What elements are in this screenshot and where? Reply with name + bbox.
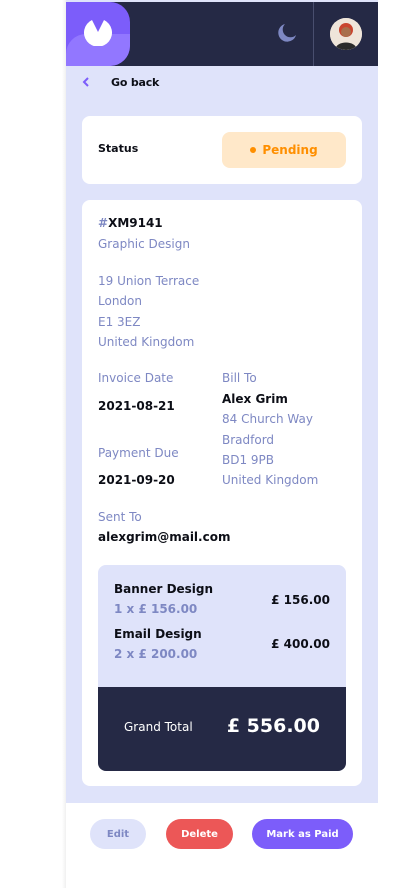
client-address-line: Bradford (222, 433, 275, 447)
item-name: Banner Design (114, 582, 214, 596)
payment-due-date: 2021-09-20 (98, 473, 175, 487)
app-logo[interactable] (66, 2, 130, 66)
client-address-line: 84 Church Way (222, 412, 313, 426)
delete-button[interactable]: Delete (166, 819, 233, 849)
payment-due-label: Payment Due (98, 446, 179, 460)
sender-address-line: E1 3EZ (98, 315, 141, 329)
status-label: Status (98, 142, 139, 155)
edit-button[interactable]: Edit (90, 819, 146, 849)
app-logo-icon (84, 20, 112, 46)
invoice-id: #XM9141 (98, 216, 163, 230)
app-container: Go back Status Pending #XM9141 Graphic D… (66, 0, 378, 865)
client-email: alexgrim@mail.com (98, 530, 231, 544)
grand-total-value: £ 556.00 (226, 715, 320, 737)
items-list: Banner Design 1 x £ 156.00 £ 156.00 Emai… (98, 565, 346, 687)
chevron-left-icon (82, 77, 89, 87)
action-footer: Edit Delete Mark as Paid (66, 803, 378, 865)
invoice-date-label: Invoice Date (98, 371, 174, 385)
invoice-date: 2021-08-21 (98, 399, 175, 413)
mark-as-paid-button[interactable]: Mark as Paid (252, 819, 353, 849)
status-value: Pending (262, 143, 318, 157)
sender-address-line: London (98, 294, 142, 308)
go-back-link[interactable]: Go back (82, 72, 159, 92)
client-address-line: United Kingdom (222, 473, 319, 487)
client-name: Alex Grim (222, 392, 288, 406)
invoice-detail-card: #XM9141 Graphic Design 19 Union Terrace … (82, 200, 362, 786)
item-total: £ 400.00 (271, 637, 330, 651)
header-divider (313, 2, 314, 66)
item-total: £ 156.00 (271, 593, 330, 607)
items-summary: Banner Design 1 x £ 156.00 £ 156.00 Emai… (98, 565, 346, 771)
invoice-description: Graphic Design (98, 237, 190, 251)
moon-icon[interactable] (277, 23, 297, 43)
item-name: Email Design (114, 627, 202, 641)
status-card: Status Pending (82, 116, 362, 184)
grand-total-bar: Grand Total £ 556.00 (98, 687, 346, 771)
top-bar (66, 2, 378, 66)
bill-to-label: Bill To (222, 371, 257, 385)
status-badge: Pending (222, 132, 346, 168)
sender-address-line: 19 Union Terrace (98, 274, 200, 288)
go-back-label: Go back (111, 75, 160, 89)
sender-address-line: United Kingdom (98, 335, 195, 349)
item-qty-price: 2 x £ 200.00 (114, 647, 198, 661)
grand-total-label: Grand Total (124, 720, 193, 734)
sent-to-label: Sent To (98, 510, 142, 524)
client-address-line: BD1 9PB (222, 453, 275, 467)
item-qty-price: 1 x £ 156.00 (114, 602, 198, 616)
status-dot (250, 147, 257, 153)
user-avatar[interactable] (330, 18, 362, 50)
